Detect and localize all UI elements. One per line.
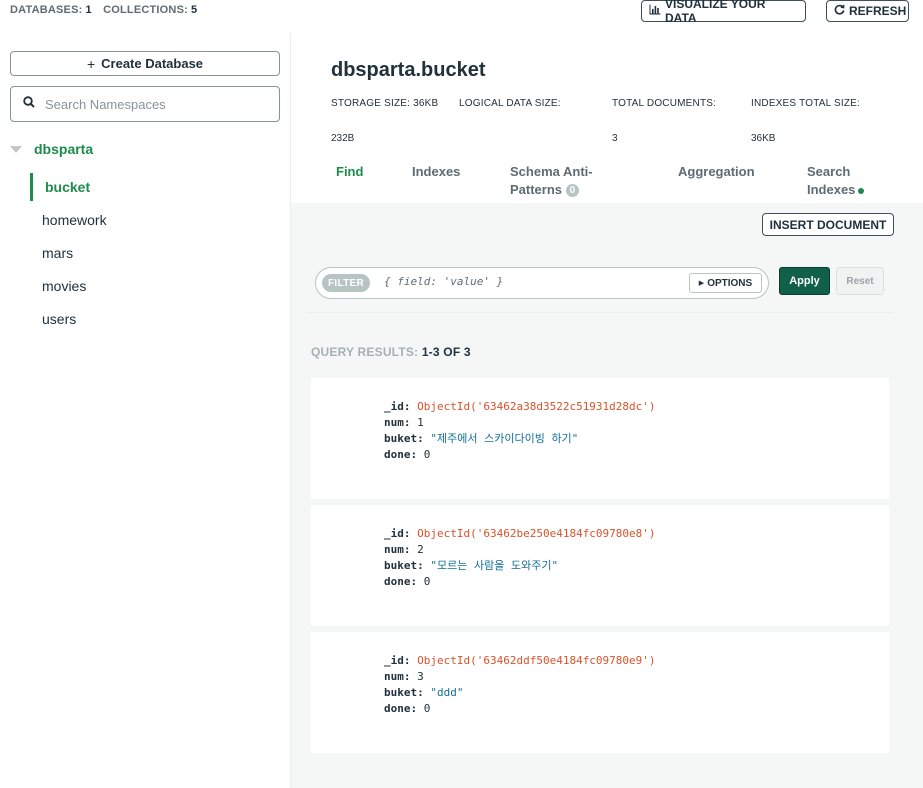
number-value: 1 [417, 416, 424, 429]
filter-bar: FILTER ▶ OPTIONS [315, 267, 769, 299]
status-dot-icon [858, 187, 865, 194]
document-card[interactable]: _id: ObjectId('63462be250e4184fc09780e8'… [311, 505, 889, 626]
main-panel: dbsparta.bucket STORAGE SIZE: 36KB LOGIC… [291, 33, 923, 788]
storage-size-label: STORAGE SIZE: [331, 98, 411, 109]
database-name: dbsparta [34, 141, 94, 157]
field-key: num: [384, 543, 411, 556]
number-value: 0 [423, 448, 431, 461]
collections-count: 5 [190, 4, 198, 16]
number-value: 2 [417, 543, 424, 556]
insert-document-button[interactable]: INSERT DOCUMENT [762, 213, 894, 236]
storage-size-stat: STORAGE SIZE: 36KB [331, 98, 438, 109]
field-key: _id: [384, 400, 411, 413]
field-key: buket: [384, 686, 424, 699]
field-key: _id: [384, 527, 411, 540]
field-key: done: [384, 448, 418, 461]
field-key: num: [384, 416, 411, 429]
string-value: "ddd" [430, 686, 464, 699]
tab-indexes[interactable]: Indexes [412, 163, 460, 181]
database-item-dbsparta[interactable]: dbsparta [10, 141, 93, 157]
document-card[interactable]: _id: ObjectId('63462a38d3522c51931d28dc'… [311, 378, 889, 499]
results-label: QUERY RESULTS: [311, 345, 419, 359]
caret-down-icon[interactable] [10, 145, 22, 153]
plus-icon: + [86, 55, 96, 72]
field-key: buket: [384, 559, 424, 572]
tab-aggregation[interactable]: Aggregation [678, 163, 755, 181]
create-database-label: Create Database [101, 56, 204, 71]
total-documents-label: TOTAL DOCUMENTS: [612, 98, 717, 109]
number-value: 0 [423, 575, 431, 588]
options-button[interactable]: ▶ OPTIONS [689, 273, 762, 293]
search-namespaces[interactable] [10, 86, 280, 122]
objectid-value: ObjectId('63462ddf50e4184fc09780e9') [417, 654, 656, 667]
top-bar: DATABASES: 1 COLLECTIONS: 5 VISUALIZE YOUR… [0, 0, 923, 25]
logical-size-label: LOGICAL DATA SIZE: [459, 98, 561, 109]
indexes-size-label: INDEXES TOTAL SIZE: [751, 98, 861, 109]
visualize-data-button[interactable]: VISUALIZE YOUR DATA [641, 0, 806, 25]
collections-label: COLLECTIONS: [103, 4, 188, 16]
collection-item-users[interactable]: users [42, 311, 76, 327]
refresh-icon [834, 4, 845, 18]
databases-label: DATABASES: [10, 4, 83, 16]
objectid-value: ObjectId('63462a38d3522c51931d28dc') [417, 400, 656, 413]
databases-count: 1 [85, 4, 92, 16]
number-value: 0 [423, 702, 431, 715]
document-body: _id: ObjectId('63462ddf50e4184fc09780e9'… [384, 653, 656, 717]
objectid-value: ObjectId('63462be250e4184fc09780e8') [417, 527, 656, 540]
document-body: _id: ObjectId('63462be250e4184fc09780e8'… [384, 526, 656, 590]
caret-right-icon: ▶ [698, 280, 705, 287]
logical-size-value: 232B [331, 133, 355, 144]
tab-schema-line1: Schema Anti- [510, 164, 593, 179]
refresh-button[interactable]: REFRESH [826, 0, 909, 22]
apply-button[interactable]: Apply [779, 267, 830, 295]
query-results-count: QUERY RESULTS: 1-3 OF 3 [311, 345, 471, 359]
string-value: "모르는 사람을 도와주기" [430, 559, 559, 572]
tab-search-line1: Search [807, 164, 851, 179]
filter-input[interactable] [384, 275, 614, 288]
number-value: 3 [417, 670, 424, 683]
visualize-data-label: VISUALIZE YOUR DATA [665, 0, 766, 25]
tab-schema-anti-patterns[interactable]: Schema Anti- Patterns 0 [510, 163, 593, 199]
options-label: OPTIONS [707, 277, 753, 289]
create-database-button[interactable]: + Create Database [10, 51, 280, 76]
tab-search-indexes[interactable]: Search Indexes [807, 163, 865, 199]
search-icon [23, 95, 45, 113]
collection-item-homework[interactable]: homework [42, 212, 107, 228]
total-documents-value: 3 [612, 133, 618, 144]
field-key: done: [384, 702, 418, 715]
collection-item-movies[interactable]: movies [42, 278, 86, 294]
namespace-title: dbsparta.bucket [331, 59, 486, 81]
find-content: INSERT DOCUMENT FILTER ▶ OPTIONS Apply R… [291, 203, 923, 788]
divider [307, 312, 893, 313]
string-value: "제주에서 스카이다이빙 하기" [430, 432, 579, 445]
schema-count-badge: 0 [565, 184, 580, 198]
field-key: done: [384, 575, 418, 588]
tab-find[interactable]: Find [336, 163, 363, 181]
instance-stats: DATABASES: 1 COLLECTIONS: 5 [10, 4, 205, 16]
tab-schema-line2: Patterns [510, 182, 563, 197]
indexes-size-value: 36KB [751, 133, 776, 144]
tab-search-line2: Indexes [807, 182, 856, 197]
document-body: _id: ObjectId('63462a38d3522c51931d28dc'… [384, 399, 656, 463]
results-range: 1-3 OF 3 [421, 345, 471, 359]
search-namespaces-input[interactable] [45, 96, 265, 112]
refresh-label: REFRESH [849, 4, 907, 18]
storage-size-value: 36KB [413, 98, 439, 109]
field-key: _id: [384, 654, 411, 667]
collection-item-mars[interactable]: mars [42, 245, 73, 261]
sidebar: + Create Database dbsparta bucket homewo… [0, 33, 291, 788]
field-key: num: [384, 670, 411, 683]
reset-button[interactable]: Reset [836, 267, 884, 295]
bar-chart-icon [649, 4, 661, 18]
document-card[interactable]: _id: ObjectId('63462ddf50e4184fc09780e9'… [311, 632, 889, 753]
filter-pill: FILTER [322, 274, 370, 292]
collection-item-bucket[interactable]: bucket [30, 173, 90, 201]
field-key: buket: [384, 432, 424, 445]
